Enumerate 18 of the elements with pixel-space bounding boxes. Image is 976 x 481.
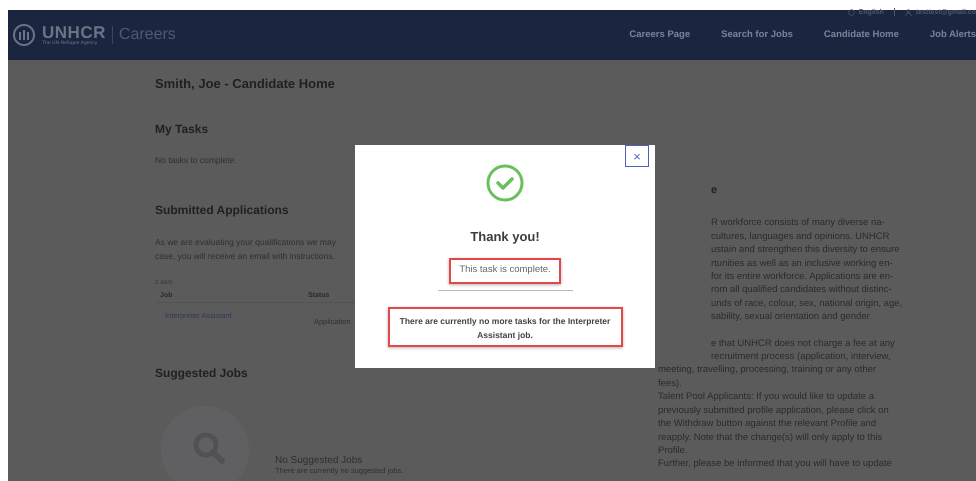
logo-name: UNHCR: [42, 24, 106, 41]
page-title: Smith, Joe - Candidate Home: [155, 76, 336, 91]
nav-link[interactable]: Job Alerts: [930, 29, 976, 40]
dialog-message: This task is complete.: [449, 258, 561, 284]
section-heading: Suggested Jobs: [155, 366, 249, 380]
user-icon: [904, 8, 912, 16]
dialog-note: There are currently no more tasks for the Interpreter Assistant job.: [388, 307, 622, 347]
dialog-title: Thank you!: [470, 229, 540, 244]
check-circle-icon: [485, 163, 525, 203]
nav-link[interactable]: Search for Jobs: [721, 29, 793, 40]
section-heading: My Tasks: [155, 122, 210, 136]
close-button[interactable]: ×: [625, 145, 649, 167]
logo-emblem-icon: [12, 23, 36, 47]
nav-link[interactable]: Careers Page: [629, 29, 690, 40]
section-heading: e: [711, 184, 718, 198]
nav-link[interactable]: Candidate Home: [824, 29, 899, 40]
section-heading: Submitted Applications: [155, 203, 290, 217]
globe-icon: [848, 8, 855, 16]
